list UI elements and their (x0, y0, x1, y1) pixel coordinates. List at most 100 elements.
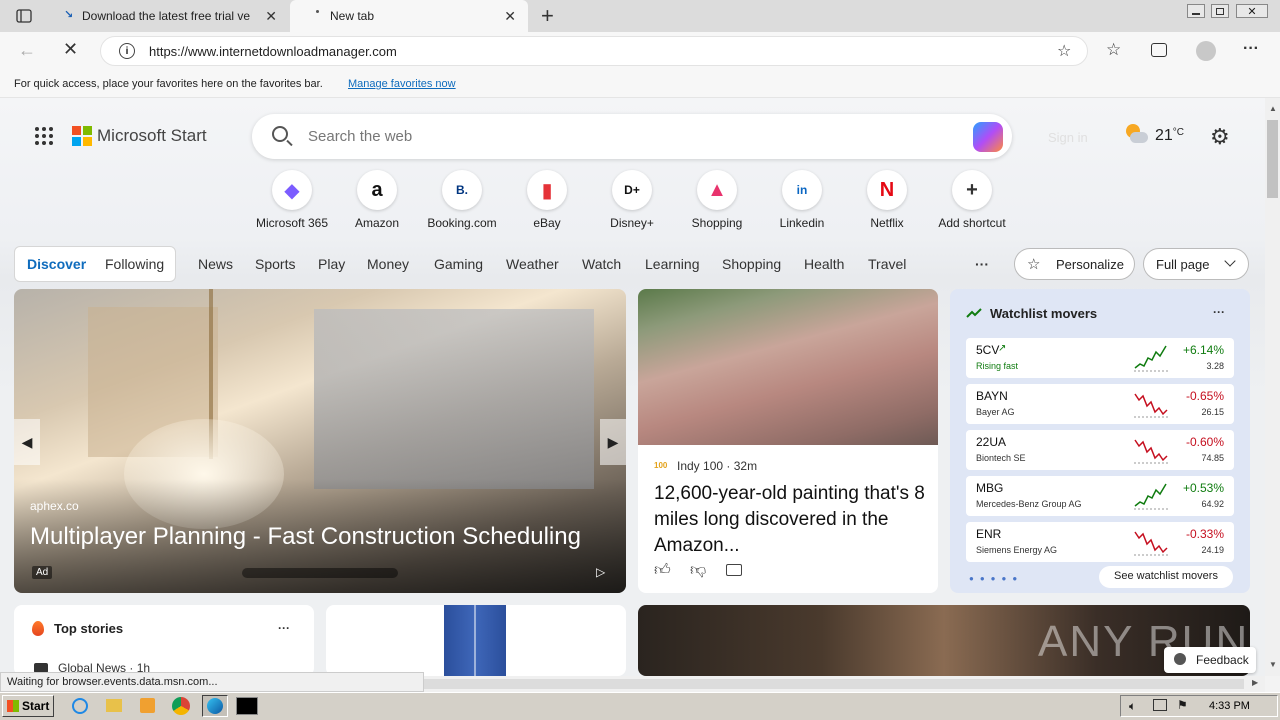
restore-button[interactable] (1211, 4, 1229, 18)
apps-launcher-icon[interactable] (34, 126, 54, 146)
watchlist-row[interactable]: 5CV Rising fast +6.14% 3.28 ↗ (966, 338, 1234, 378)
watchlist-row[interactable]: MBG Mercedes-Benz Group AG +0.53% 64.92 (966, 476, 1234, 516)
article-card[interactable]: 100 Indy 100 · 32m 12,600-year-old paint… (638, 289, 938, 593)
shortcut-ebay[interactable]: ▮ eBay (507, 170, 587, 230)
watchlist-title[interactable]: Watchlist movers (990, 306, 1097, 321)
add-favorite-icon[interactable]: ☆ (1057, 41, 1071, 61)
shortcut-linkedin[interactable]: in Linkedin (762, 170, 842, 230)
nav-more-icon[interactable]: ··· (975, 256, 989, 272)
url-text[interactable]: https://www.internetdownloadmanager.com (149, 44, 397, 59)
manage-favorites-link[interactable]: Manage favorites now (348, 78, 456, 90)
system-tray: 🔈︎ ⚑ 4:33 PM (1120, 695, 1278, 717)
shortcut-microsoft-365[interactable]: ◆ Microsoft 365 (252, 170, 332, 230)
next-slide-button[interactable]: ▶ (600, 419, 626, 465)
scroll-down-icon[interactable]: ▼ (1269, 660, 1277, 669)
explorer-taskbar-icon[interactable] (106, 699, 122, 712)
sign-in-link[interactable]: Sign in (1048, 130, 1088, 145)
nav-item-watch[interactable]: Watch (582, 256, 621, 272)
top-stories-title[interactable]: Top stories (54, 621, 123, 636)
carousel-dots[interactable] (242, 568, 398, 578)
network-icon[interactable] (1153, 699, 1167, 711)
page-settings-icon[interactable]: ⚙ (1210, 124, 1230, 150)
shortcut-netflix[interactable]: N Netflix (847, 170, 927, 230)
flag-icon[interactable]: ⚑ (1177, 698, 1188, 712)
nav-item-weather[interactable]: Weather (506, 256, 559, 272)
volume-icon[interactable]: 🔈︎ (1129, 699, 1136, 714)
nav-item-play[interactable]: Play (318, 256, 345, 272)
minimize-button[interactable] (1187, 4, 1205, 18)
nav-item-shopping[interactable]: Shopping (722, 256, 781, 272)
collections-icon[interactable] (1151, 43, 1167, 57)
nav-item-gaming[interactable]: Gaming (434, 256, 483, 272)
stop-icon[interactable]: ✕ (63, 39, 78, 60)
comment-icon[interactable] (726, 564, 742, 576)
watchlist-row[interactable]: ENR Siemens Energy AG -0.33% 24.19 (966, 522, 1234, 562)
tab-following[interactable]: Following (105, 256, 164, 272)
tab-discover[interactable]: Discover (27, 256, 86, 272)
watchlist-row[interactable]: BAYN Bayer AG -0.65% 26.15 (966, 384, 1234, 424)
video-card[interactable]: ANY RUN (638, 605, 1250, 676)
nav-item-learning[interactable]: Learning (645, 256, 700, 272)
building-right (314, 309, 594, 489)
see-watchlist-button[interactable]: See watchlist movers (1099, 566, 1233, 588)
watchlist-more-icon[interactable]: ··· (1213, 305, 1225, 319)
shortcut-shopping[interactable]: ▲ Shopping (677, 170, 757, 230)
full-page-dropdown[interactable]: Full page (1143, 248, 1249, 280)
like-icon[interactable]: 👍︎ (654, 561, 671, 580)
close-window-button[interactable]: ✕ (1236, 4, 1268, 18)
cmd-taskbar-icon[interactable] (236, 697, 258, 715)
nav-item-news[interactable]: News (198, 256, 233, 272)
media-taskbar-icon[interactable] (140, 698, 155, 713)
search-input[interactable]: Search the web (308, 128, 412, 145)
nav-item-money[interactable]: Money (367, 256, 409, 272)
settings-more-icon[interactable]: ··· (1243, 40, 1259, 58)
dislike-icon[interactable]: 👎︎ (690, 561, 706, 580)
top-stories-more-icon[interactable]: ··· (278, 621, 290, 635)
ad-choices-icon[interactable]: ▷ (596, 565, 605, 579)
scroll-right-icon[interactable]: ▶ (1252, 678, 1258, 687)
shortcut-disney-[interactable]: D+ Disney+ (592, 170, 672, 230)
hero-ad-card[interactable]: ◀ ▶ aphex.co Multiplayer Planning - Fast… (14, 289, 626, 593)
sparkline-icon (1134, 439, 1168, 464)
info-icon[interactable]: i (119, 43, 135, 59)
start-button[interactable]: Start (2, 695, 54, 717)
shortcut-booking-com[interactable]: B. Booking.com (422, 170, 502, 230)
tab-close-icon[interactable]: ✕ (504, 8, 516, 25)
nav-item-travel[interactable]: Travel (868, 256, 906, 272)
shortcut-label: Booking.com (427, 216, 497, 230)
hero-title[interactable]: Multiplayer Planning - Fast Construction… (30, 523, 581, 551)
tab-close-icon[interactable]: ✕ (265, 8, 277, 25)
nav-item-health[interactable]: Health (804, 256, 844, 272)
prev-slide-button[interactable]: ◀ (14, 419, 40, 465)
article-title[interactable]: 12,600-year-old painting that's 8 miles … (654, 481, 926, 559)
watchlist-row[interactable]: 22UA Biontech SE -0.60% 74.85 (966, 430, 1234, 470)
chrome-taskbar-icon[interactable] (172, 697, 190, 715)
feedback-button[interactable]: Feedback (1164, 647, 1256, 673)
address-bar[interactable]: i https://www.internetdownloadmanager.co… (100, 36, 1088, 66)
web-search-box[interactable]: Search the web (252, 114, 1012, 159)
tab-new-tab[interactable]: New tab ✕ (290, 0, 528, 32)
stock-name: Biontech SE (976, 453, 1026, 463)
tab-actions-icon[interactable] (14, 7, 34, 25)
hscroll-thumb[interactable] (424, 679, 1244, 689)
ie-taskbar-icon[interactable] (72, 698, 88, 714)
tab-download[interactable]: ↘ Download the latest free trial ve ✕ (52, 0, 289, 32)
shortcut-add-shortcut[interactable]: + Add shortcut (932, 170, 1012, 230)
profile-avatar[interactable] (1196, 41, 1216, 61)
brand-title[interactable]: Microsoft Start (97, 126, 207, 146)
watchlist-page-dots[interactable]: ●●●●● (969, 574, 1023, 583)
favorites-icon[interactable]: ☆ (1106, 40, 1121, 60)
new-tab-button[interactable]: + (541, 3, 554, 29)
personalize-button[interactable]: ☆ Personalize (1014, 248, 1135, 280)
product-card[interactable] (326, 605, 626, 676)
copilot-icon[interactable] (973, 122, 1003, 152)
scroll-up-icon[interactable]: ▲ (1269, 104, 1277, 113)
vertical-scrollbar[interactable]: ▲ ▼ (1265, 98, 1280, 676)
back-icon[interactable]: ← (18, 40, 36, 61)
disney-icon: D+ (612, 170, 652, 210)
scroll-thumb[interactable] (1267, 120, 1278, 198)
nav-item-sports[interactable]: Sports (255, 256, 295, 272)
sparkline-icon (1134, 531, 1168, 556)
shortcut-amazon[interactable]: a Amazon (337, 170, 417, 230)
edge-taskbar-icon[interactable] (202, 695, 228, 717)
